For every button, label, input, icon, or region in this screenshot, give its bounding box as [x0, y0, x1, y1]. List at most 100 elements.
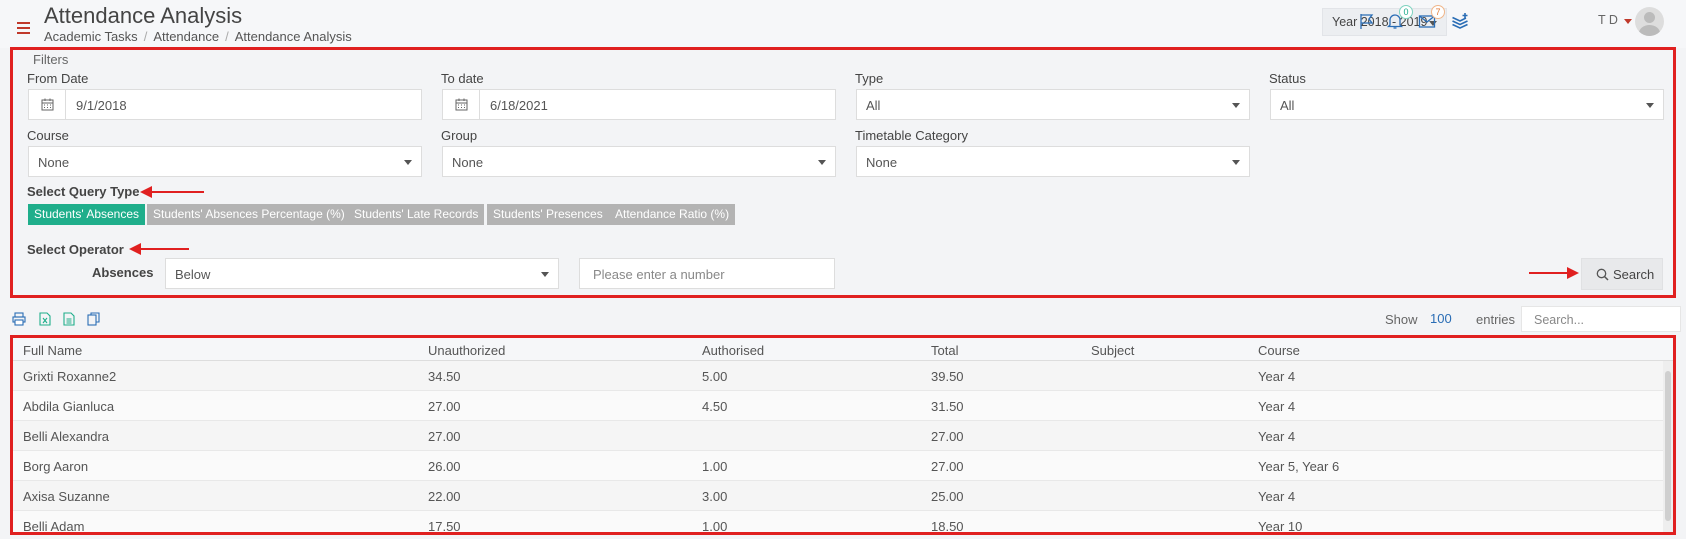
cell-total: 27.00 [931, 429, 964, 444]
cell-full-name: Belli Adam [23, 519, 85, 534]
chevron-down-icon [541, 272, 549, 277]
table-scrollbar[interactable] [1663, 361, 1673, 532]
table-search-input[interactable]: Search... [1521, 306, 1681, 332]
cell-authorised: 5.00 [702, 369, 728, 384]
course-label: Course [27, 128, 69, 143]
annotation-arrow [1529, 267, 1579, 279]
query-type-absences-percentage[interactable]: Students' Absences Percentage (%) [147, 204, 351, 225]
cell-total: 25.00 [931, 489, 964, 504]
query-type-presences[interactable]: Students' Presences [487, 204, 609, 225]
copy-icon[interactable] [87, 312, 101, 326]
hamburger-menu-icon[interactable] [17, 22, 30, 34]
cell-unauthorized: 17.50 [428, 519, 461, 534]
csv-icon[interactable] [62, 312, 76, 326]
from-date-label: From Date [27, 71, 89, 86]
results-table: Full Name Unauthorized Authorised Total … [10, 335, 1676, 535]
breadcrumb-item-attendance-analysis: Attendance Analysis [234, 29, 352, 44]
operator-select[interactable]: Below [165, 258, 559, 289]
timetable-category-select[interactable]: None [856, 146, 1250, 177]
absences-number-input[interactable]: Please enter a number [579, 258, 835, 289]
excel-icon[interactable] [38, 312, 52, 326]
breadcrumb-item-attendance[interactable]: Attendance [153, 29, 219, 44]
table-header: Full Name Unauthorized Authorised Total … [13, 338, 1673, 361]
breadcrumb-separator: / [143, 29, 148, 44]
bell-icon[interactable]: 0 [1386, 5, 1413, 30]
search-icon [1596, 268, 1609, 281]
column-header-subject[interactable]: Subject [1091, 343, 1134, 358]
status-value: All [1280, 98, 1295, 113]
absences-number-placeholder: Please enter a number [593, 267, 725, 282]
page-title: Attendance Analysis [44, 3, 243, 28]
from-date-field[interactable]: 9/1/2018 [28, 89, 422, 120]
to-date-label: To date [441, 71, 484, 86]
group-value: None [452, 155, 484, 170]
calendar-icon[interactable] [443, 90, 480, 119]
notifications-badge: 0 [1399, 5, 1413, 19]
type-value: All [866, 98, 881, 113]
envelope-icon[interactable]: 7 [1418, 5, 1445, 30]
table-row[interactable]: Belli Adam 17.50 1.00 18.50 Year 10 [13, 511, 1673, 534]
annotation-arrow [140, 186, 204, 198]
flag-icon[interactable] [1358, 12, 1376, 30]
column-header-authorised[interactable]: Authorised [702, 343, 764, 358]
table-row[interactable]: Abdila Gianluca 27.00 4.50 31.50 Year 4 [13, 391, 1673, 421]
absences-label: Absences [92, 265, 154, 280]
query-type-students-absences[interactable]: Students' Absences [28, 204, 146, 225]
cell-authorised: 4.50 [702, 399, 728, 414]
status-select[interactable]: All [1270, 89, 1664, 120]
cell-unauthorized: 22.00 [428, 489, 461, 504]
print-icon[interactable] [12, 312, 26, 326]
column-header-total[interactable]: Total [931, 343, 958, 358]
cell-unauthorized: 27.00 [428, 399, 461, 414]
cell-full-name: Axisa Suzanne [23, 489, 110, 504]
cell-course: Year 10 [1258, 519, 1303, 534]
cell-authorised: 3.00 [702, 489, 728, 504]
column-header-course[interactable]: Course [1258, 343, 1300, 358]
chevron-down-icon [404, 160, 412, 165]
column-header-full-name[interactable]: Full Name [23, 343, 82, 358]
show-label: Show [1385, 312, 1418, 327]
cell-full-name: Abdila Gianluca [23, 399, 115, 414]
query-type-label: Select Query Type [27, 184, 140, 199]
entries-count-select[interactable]: 100 [1430, 311, 1452, 326]
cell-full-name: Grixti Roxanne2 [23, 369, 117, 384]
cell-course: Year 4 [1258, 429, 1296, 444]
breadcrumb-separator: / [225, 29, 229, 44]
cell-total: 18.50 [931, 519, 964, 534]
cell-unauthorized: 27.00 [428, 429, 461, 444]
cell-course: Year 4 [1258, 489, 1296, 504]
cell-total: 27.00 [931, 459, 964, 474]
table-row[interactable]: Axisa Suzanne 22.00 3.00 25.00 Year 4 [13, 481, 1673, 511]
chevron-down-icon [1232, 103, 1240, 108]
chevron-down-icon [1646, 103, 1654, 108]
table-row[interactable]: Grixti Roxanne2 34.50 5.00 39.50 Year 4 [13, 361, 1673, 391]
query-type-attendance-ratio[interactable]: Attendance Ratio (%) [609, 204, 736, 225]
cell-course: Year 5, Year 6 [1258, 459, 1340, 474]
type-label: Type [855, 71, 884, 86]
to-date-field[interactable]: 6/18/2021 [442, 89, 836, 120]
column-header-unauthorized[interactable]: Unauthorized [428, 343, 505, 358]
user-initials[interactable]: T D [1598, 13, 1618, 27]
table-row[interactable]: Belli Alexandra 27.00 27.00 Year 4 [13, 421, 1673, 451]
group-select[interactable]: None [442, 146, 836, 177]
course-select[interactable]: None [28, 146, 422, 177]
layers-plus-icon[interactable] [1451, 12, 1469, 30]
cell-full-name: Borg Aaron [23, 459, 89, 474]
search-button[interactable]: Search [1581, 258, 1663, 290]
entries-label: entries [1476, 312, 1516, 327]
scrollbar-thumb[interactable] [1665, 371, 1671, 521]
table-row[interactable]: Borg Aaron 26.00 1.00 27.00 Year 5, Year… [13, 451, 1673, 481]
timetable-category-label: Timetable Category [855, 128, 968, 143]
cell-total: 39.50 [931, 369, 964, 384]
status-label: Status [1269, 71, 1306, 86]
query-type-late-records[interactable]: Students' Late Records [348, 204, 485, 225]
breadcrumb-item-academic-tasks[interactable]: Academic Tasks [44, 29, 138, 44]
cell-unauthorized: 34.50 [428, 369, 461, 384]
cell-authorised: 1.00 [702, 519, 728, 534]
operator-value: Below [175, 267, 211, 282]
cell-total: 31.50 [931, 399, 964, 414]
calendar-icon[interactable] [29, 90, 66, 119]
type-select[interactable]: All [856, 89, 1250, 120]
chevron-down-icon[interactable] [1624, 19, 1632, 24]
avatar[interactable] [1635, 7, 1664, 36]
